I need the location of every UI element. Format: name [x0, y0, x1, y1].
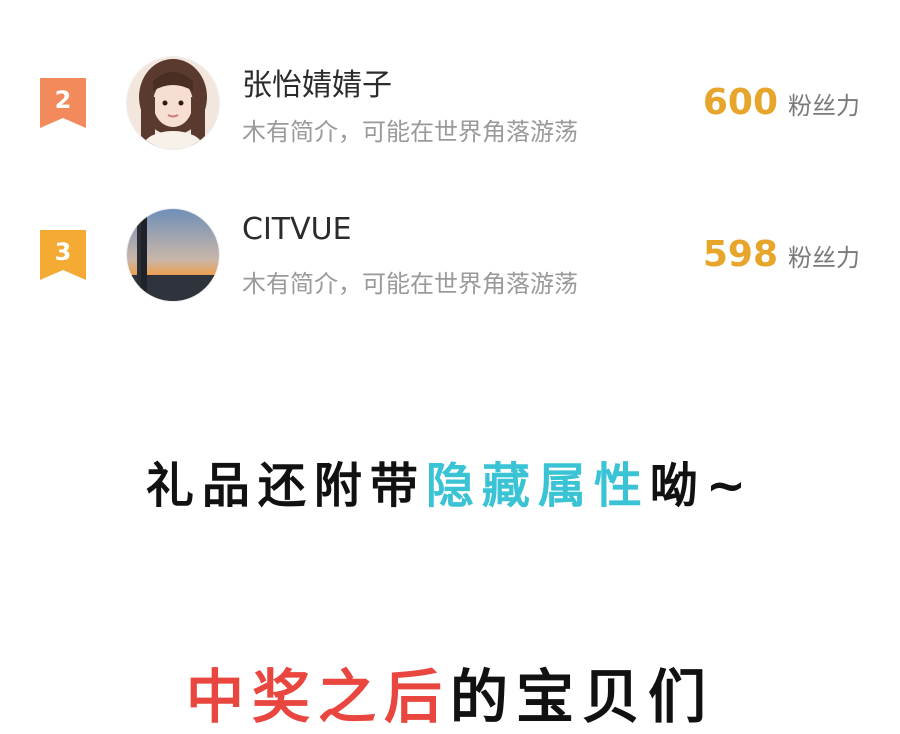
caption-highlight: 隐藏属性: [425, 458, 650, 514]
fan-power: 600 粉丝力: [703, 82, 860, 123]
promo-caption: 礼品还附带隐藏属性呦~: [0, 446, 900, 516]
leaderboard-row[interactable]: 2 张怡婧婧子 木有简介，可能在世界角落游荡 600 粉丝力: [0, 48, 900, 158]
user-bio: 木有简介，可能在世界角落游荡: [242, 270, 578, 298]
caption-text: 礼品还附带: [145, 458, 426, 514]
rank-number: 3: [54, 238, 72, 266]
avatar[interactable]: [126, 208, 220, 302]
user-bio: 木有简介，可能在世界角落游荡: [242, 118, 578, 146]
fan-power-unit: 粉丝力: [788, 92, 860, 120]
heading-highlight: 中奖之后: [185, 663, 450, 731]
heading-text: 的宝贝们: [450, 663, 715, 731]
user-name[interactable]: CITVUE: [242, 212, 352, 247]
fan-power: 598 粉丝力: [703, 234, 860, 275]
caption-text: 呦~: [649, 458, 755, 514]
rank-badge: 2: [40, 78, 86, 128]
fan-power-value: 598: [702, 234, 778, 275]
rank-number: 2: [54, 86, 72, 114]
rank-badge: 3: [40, 230, 86, 280]
user-name[interactable]: 张怡婧婧子: [242, 60, 392, 104]
avatar[interactable]: [126, 56, 220, 150]
section-heading: 中奖之后的宝贝们: [0, 650, 900, 734]
fan-power-value: 600: [702, 82, 778, 123]
leaderboard-row[interactable]: 3 CITVUE 木有简介，可能在世界角落游荡 598 粉丝力: [0, 200, 900, 310]
fan-power-unit: 粉丝力: [788, 244, 860, 272]
